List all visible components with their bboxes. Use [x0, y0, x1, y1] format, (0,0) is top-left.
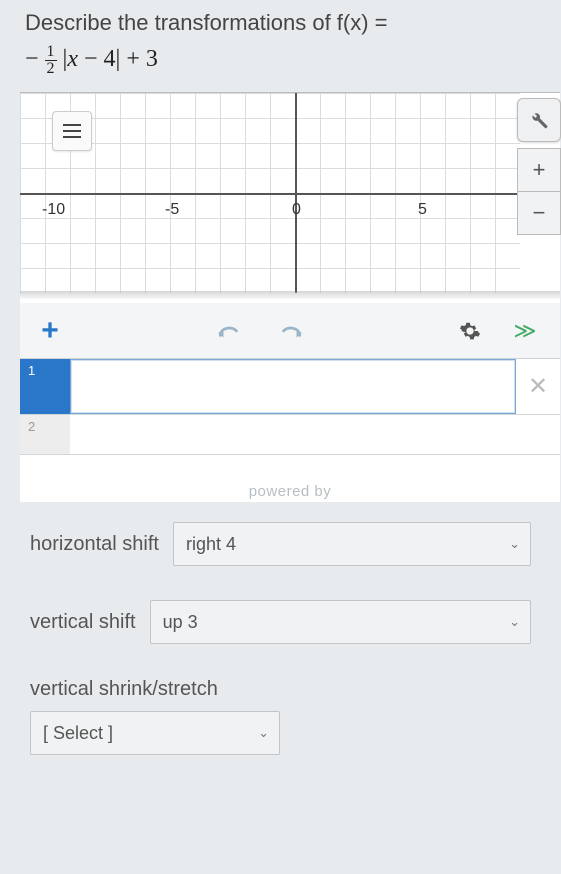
row-number-2[interactable]: 2: [20, 415, 70, 454]
vshift-label: vertical shift: [30, 611, 136, 634]
hshift-row: horizontal shift right 4 ⌄: [30, 522, 531, 566]
frac-den: 2: [45, 61, 57, 77]
powered-by-label: powered by: [20, 483, 560, 500]
expression-input-2[interactable]: [70, 415, 560, 454]
answer-controls: horizontal shift right 4 ⌄ vertical shif…: [30, 522, 531, 755]
vshift-select[interactable]: up 3 ⌄: [150, 600, 531, 644]
gear-icon: [459, 320, 481, 342]
tick-pos5: 5: [418, 201, 427, 219]
y-axis: [295, 93, 297, 293]
vstretch-value: [ Select ]: [43, 723, 113, 744]
divider-shadow: [20, 291, 560, 299]
expression-input-1[interactable]: [70, 359, 516, 414]
hshift-label: horizontal shift: [30, 533, 159, 556]
question-formula: − 1 2 |x − 4| + 3: [0, 44, 561, 87]
redo-icon: [277, 321, 303, 341]
delete-row-button[interactable]: ✕: [516, 359, 560, 414]
expression-toolbar: + ≫: [20, 303, 560, 359]
expression-row: 2: [20, 415, 560, 455]
hamburger-icon: [63, 124, 81, 138]
hshift-select[interactable]: right 4 ⌄: [173, 522, 531, 566]
fraction: 1 2: [45, 44, 57, 77]
chevron-down-icon: ⌄: [509, 536, 520, 552]
collapse-button[interactable]: ≫: [500, 303, 560, 359]
graph-right-tools: + −: [517, 98, 561, 234]
chevron-down-icon: ⌄: [509, 614, 520, 630]
undo-icon: [217, 321, 243, 341]
hshift-value: right 4: [186, 534, 236, 555]
wrench-icon: [529, 110, 549, 130]
graph-widget: -10 -5 0 5 + − + ≫ 1 ✕ 2: [20, 92, 560, 502]
undo-button[interactable]: [200, 303, 260, 359]
expression-row: 1 ✕: [20, 359, 560, 415]
zoom-in-button[interactable]: +: [517, 148, 561, 192]
wrench-button[interactable]: [517, 98, 561, 142]
add-expression-button[interactable]: +: [20, 303, 80, 359]
zoom-out-button[interactable]: −: [517, 191, 561, 235]
row-number-1[interactable]: 1: [20, 359, 70, 414]
formula-body: |x − 4| + 3: [63, 46, 158, 72]
redo-button[interactable]: [260, 303, 320, 359]
formula-neg: −: [25, 46, 39, 72]
chevron-down-icon: ⌄: [258, 725, 269, 741]
graph-menu-button[interactable]: [52, 111, 92, 151]
x-axis: [20, 193, 520, 195]
question-prompt: Describe the transformations of f(x) =: [0, 0, 561, 44]
vshift-value: up 3: [163, 612, 198, 633]
vstretch-row: vertical shrink/stretch [ Select ] ⌄: [30, 678, 531, 755]
vstretch-label: vertical shrink/stretch: [30, 678, 517, 701]
vstretch-select[interactable]: [ Select ] ⌄: [30, 711, 280, 755]
tick-zero: 0: [292, 201, 301, 219]
tick-neg5: -5: [165, 201, 179, 219]
tick-neg10: -10: [42, 201, 65, 219]
frac-num: 1: [45, 44, 57, 61]
vshift-row: vertical shift up 3 ⌄: [30, 600, 531, 644]
settings-button[interactable]: [440, 303, 500, 359]
expression-list: 1 ✕ 2: [20, 359, 560, 455]
